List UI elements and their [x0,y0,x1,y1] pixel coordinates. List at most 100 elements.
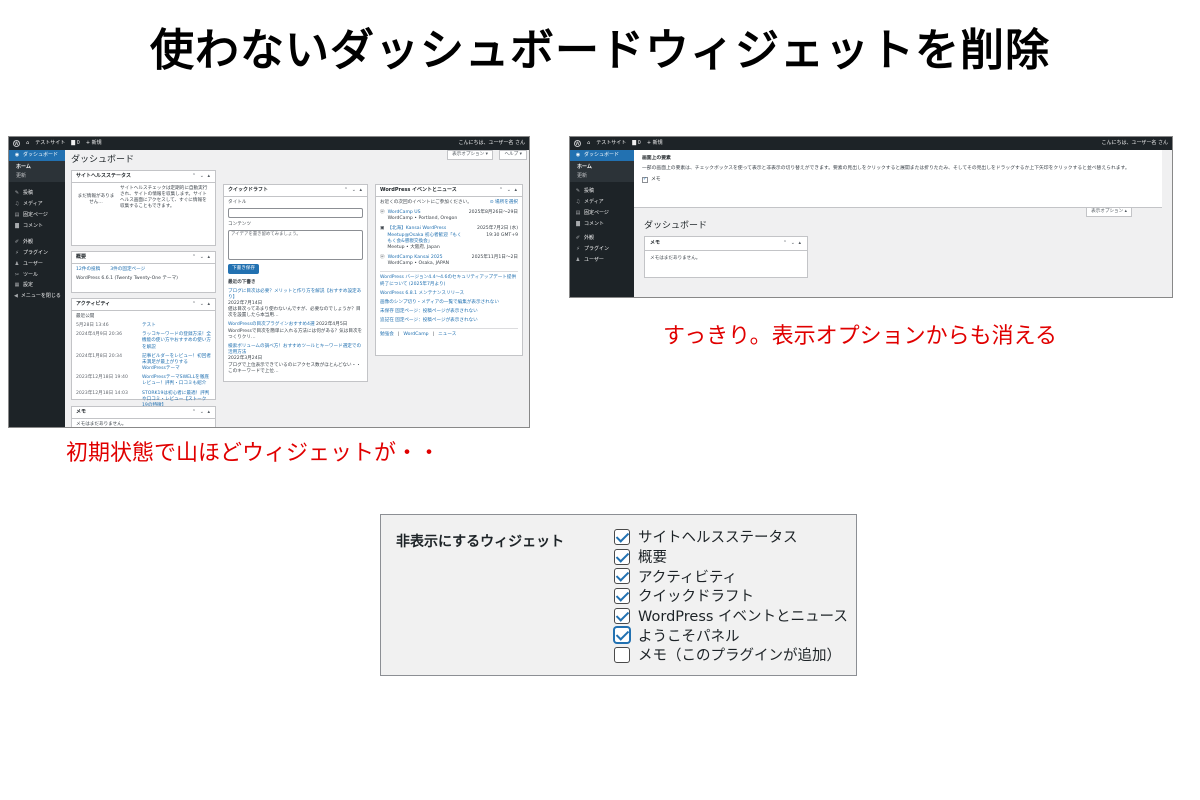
screen-options-button[interactable]: 表示オプション ▴ [1086,208,1132,218]
draft-link[interactable]: WordPressの目次プラグインおすすめ4選 [228,322,315,327]
submenu-updates[interactable]: 更新 [9,172,65,181]
widget-option-site-health[interactable]: サイトヘルスステータス [614,527,848,547]
news-link[interactable]: 画像のシンプ切り・メディアの一覧で編集が表示されない [380,300,518,306]
menu-appearance[interactable]: ✐ 外観 [570,233,634,244]
event-link[interactable]: 【北海】Kansai WordPress Meetup@Osaka 初心者歓迎「… [387,226,461,243]
widget-controls[interactable]: ⌃ ⌄ ▴ [344,187,363,194]
new-content-link[interactable]: + 新規 [86,140,102,147]
checkbox[interactable] [614,627,630,644]
widget-controls[interactable]: ⌃ ⌄ ▴ [192,173,211,180]
save-draft-button[interactable]: 下書き保存 [228,264,259,275]
checkbox[interactable] [614,528,630,545]
widget-option-glance[interactable]: 概要 [614,547,848,567]
menu-plugins[interactable]: ⚡ プラグイン [9,248,65,259]
news-footer-link[interactable]: ニュース [438,332,456,338]
settings-icon: ▦ [14,282,20,289]
widget-controls[interactable]: ⌃ ⌄ ▴ [192,254,211,261]
user-icon: ♟ [575,256,581,263]
draft-title-input[interactable] [228,207,363,218]
checkbox[interactable] [614,646,630,663]
memo-checkbox[interactable]: ✓ [642,177,648,184]
menu-pages[interactable]: ▤ 固定ページ [9,210,65,221]
activity-row: 2024年4月9日 20:36 ラッコキーワードの登録方法！全機能の使い方やおすす… [76,332,211,351]
menu-pages[interactable]: ▤ 固定ページ [570,208,634,219]
select-location-link[interactable]: ⊙ 場所を選択 [490,200,518,206]
events-news-widget: WordPress イベントとニュース ⌃ ⌄ ▴ お近くの次回のイベントにご参加… [375,184,523,356]
checkbox[interactable] [614,587,630,604]
activity-row: 2024年1月8日 20:34 記事ビルダーをレビュー！初回者未満足が最上がりする… [76,353,211,373]
menu-media[interactable]: ♫ メディア [9,199,65,210]
menu-users[interactable]: ♟ ユーザー [570,255,634,266]
submenu-updates[interactable]: 更新 [570,172,634,181]
draft-link[interactable]: ブログに目次は必要？メリットと作り方を解説【おすすめ設定あり】 [228,289,361,300]
draft-content-label: コンテンツ [228,221,251,227]
widget-controls[interactable]: ⌃ ⌄ ▴ [192,409,211,416]
before-screenshot: W ⌂ テストサイト ▇ 0 + 新規 こんにちは、ユーザー名 さん ◉ ダッシュ… [8,136,530,428]
site-name[interactable]: テストサイト [596,140,626,147]
menu-posts[interactable]: ✎ 投稿 [570,186,634,197]
post-link[interactable]: ラッコキーワードの登録方法！全機能の使い方やおすすめの使い方を解説 [142,332,211,351]
post-link[interactable]: テスト [142,323,156,329]
widget-controls[interactable]: ⌃ ⌄ ▴ [783,240,802,247]
site-health-widget: サイトヘルスステータス ⌃ ⌄ ▴ まだ情報がありません… サイトヘルスチェックは… [71,170,216,246]
menu-dashboard[interactable]: ◉ ダッシュボード [570,150,634,161]
menu-tools[interactable]: ✂ ツール [9,270,65,281]
draft-link[interactable]: 検索ボリュームの調べ方！おすすめツールとキーワード選定での活用方法 [228,344,361,355]
event-link[interactable]: WordCamp Kansai 2025 [388,255,443,260]
menu-posts[interactable]: ✎ 投稿 [9,188,65,199]
help-button[interactable]: ヘルプ ▾ [499,150,527,161]
event-link[interactable]: WordCamp US [388,210,421,215]
news-link[interactable]: WordPress 6.8.1 メンテナンスリリース [380,291,518,297]
menu-appearance[interactable]: ✐ 外観 [9,237,65,248]
checkbox[interactable] [614,548,630,565]
wordcamps-link[interactable]: WordCamp [403,332,428,338]
menu-media[interactable]: ♫ メディア [570,197,634,208]
menu-settings[interactable]: ▦ 設定 [9,280,65,291]
post-link[interactable]: 記事ビルダーをレビュー！初回者未満足が最上がりするWordPressテーマ [142,354,211,373]
home-icon[interactable]: ⌂ [587,140,590,147]
checkbox[interactable] [614,607,630,624]
at-a-glance-widget: 概要 ⌃ ⌄ ▴ 12件の投稿 3件の固定ページ WordPress 6.6.1 … [71,251,216,293]
widget-option-welcome-panel[interactable]: ようこそパネル [614,625,848,645]
plugin-icon: ⚡ [15,250,19,256]
meetup-icon: ▣ [380,226,385,232]
wordpress-logo-icon[interactable]: W [13,140,20,147]
meetups-link[interactable]: 勉強会 [380,332,394,338]
greeting[interactable]: こんにちは、ユーザー名 さん [459,140,526,147]
widget-option-events-news[interactable]: WordPress イベントとニュース [614,606,848,626]
widget-option-activity[interactable]: アクティビティ [614,566,848,586]
post-link[interactable]: WordPressテーマSWELLを徹底レビュー！評判・口コミも紹介 [142,375,211,387]
menu-comments[interactable]: ▇ コメント [570,219,634,230]
news-link[interactable]: WordPress バージョン4.4〜4.6のセキュリティアップデート提供終了に… [380,275,518,287]
new-content-link[interactable]: + 新規 [647,140,663,147]
submenu-home[interactable]: ホーム [9,163,65,172]
home-icon[interactable]: ⌂ [26,140,29,147]
menu-dashboard[interactable]: ◉ ダッシュボード [9,150,65,161]
news-link[interactable]: 追記在 固定ページ：投稿ページが表示されない [380,318,518,324]
news-link[interactable]: 未保存 固定ページ：投稿ページが表示されない [380,309,518,315]
page-title: 使わないダッシュボードウィジェットを削除 [150,25,1050,76]
comment-icon[interactable]: ▇ 0 [632,140,641,147]
hide-widgets-panel: 非表示にするウィジェット サイトヘルスステータス 概要 アクティビティ クイック… [380,514,857,676]
admin-menu: ◉ ダッシュボード ホーム 更新 ✎ 投稿 ♫ メディア ▤ 固定ページ ▇ コメント ✐… [570,150,634,297]
submenu-home[interactable]: ホーム [570,163,634,172]
comment-icon[interactable]: ▇ 0 [71,140,80,147]
menu-plugins[interactable]: ⚡ プラグイン [570,244,634,255]
site-name[interactable]: テストサイト [35,140,65,147]
wordpress-logo-icon[interactable]: W [574,140,581,147]
draft-content-textarea[interactable]: アイデアを書き留めてみましょう。 [228,230,363,261]
widget-controls[interactable]: ⌃ ⌄ ▴ [192,301,211,308]
widget-option-memo[interactable]: メモ（このプラグインが追加） [614,645,848,665]
activity-row: 5月28日 13:46 テスト [76,322,156,329]
widget-controls[interactable]: ⌃ ⌄ ▴ [499,187,518,194]
posts-count-link[interactable]: 12件の投稿 [76,267,100,273]
event-item: ⓦ WordCamp US WordCamp • Portland, Oregon… [380,209,518,222]
pages-count-link[interactable]: 3件の固定ページ [110,267,145,273]
menu-users[interactable]: ♟ ユーザー [9,259,65,270]
menu-comments[interactable]: ▇ コメント [9,221,65,232]
checkbox[interactable] [614,568,630,585]
widget-option-quick-draft[interactable]: クイックドラフト [614,586,848,606]
screen-options-button[interactable]: 表示オプション ▾ [447,150,493,161]
collapse-menu[interactable]: ◀ メニューを閉じる [9,291,65,302]
greeting[interactable]: こんにちは、ユーザー名 さん [1102,140,1169,147]
